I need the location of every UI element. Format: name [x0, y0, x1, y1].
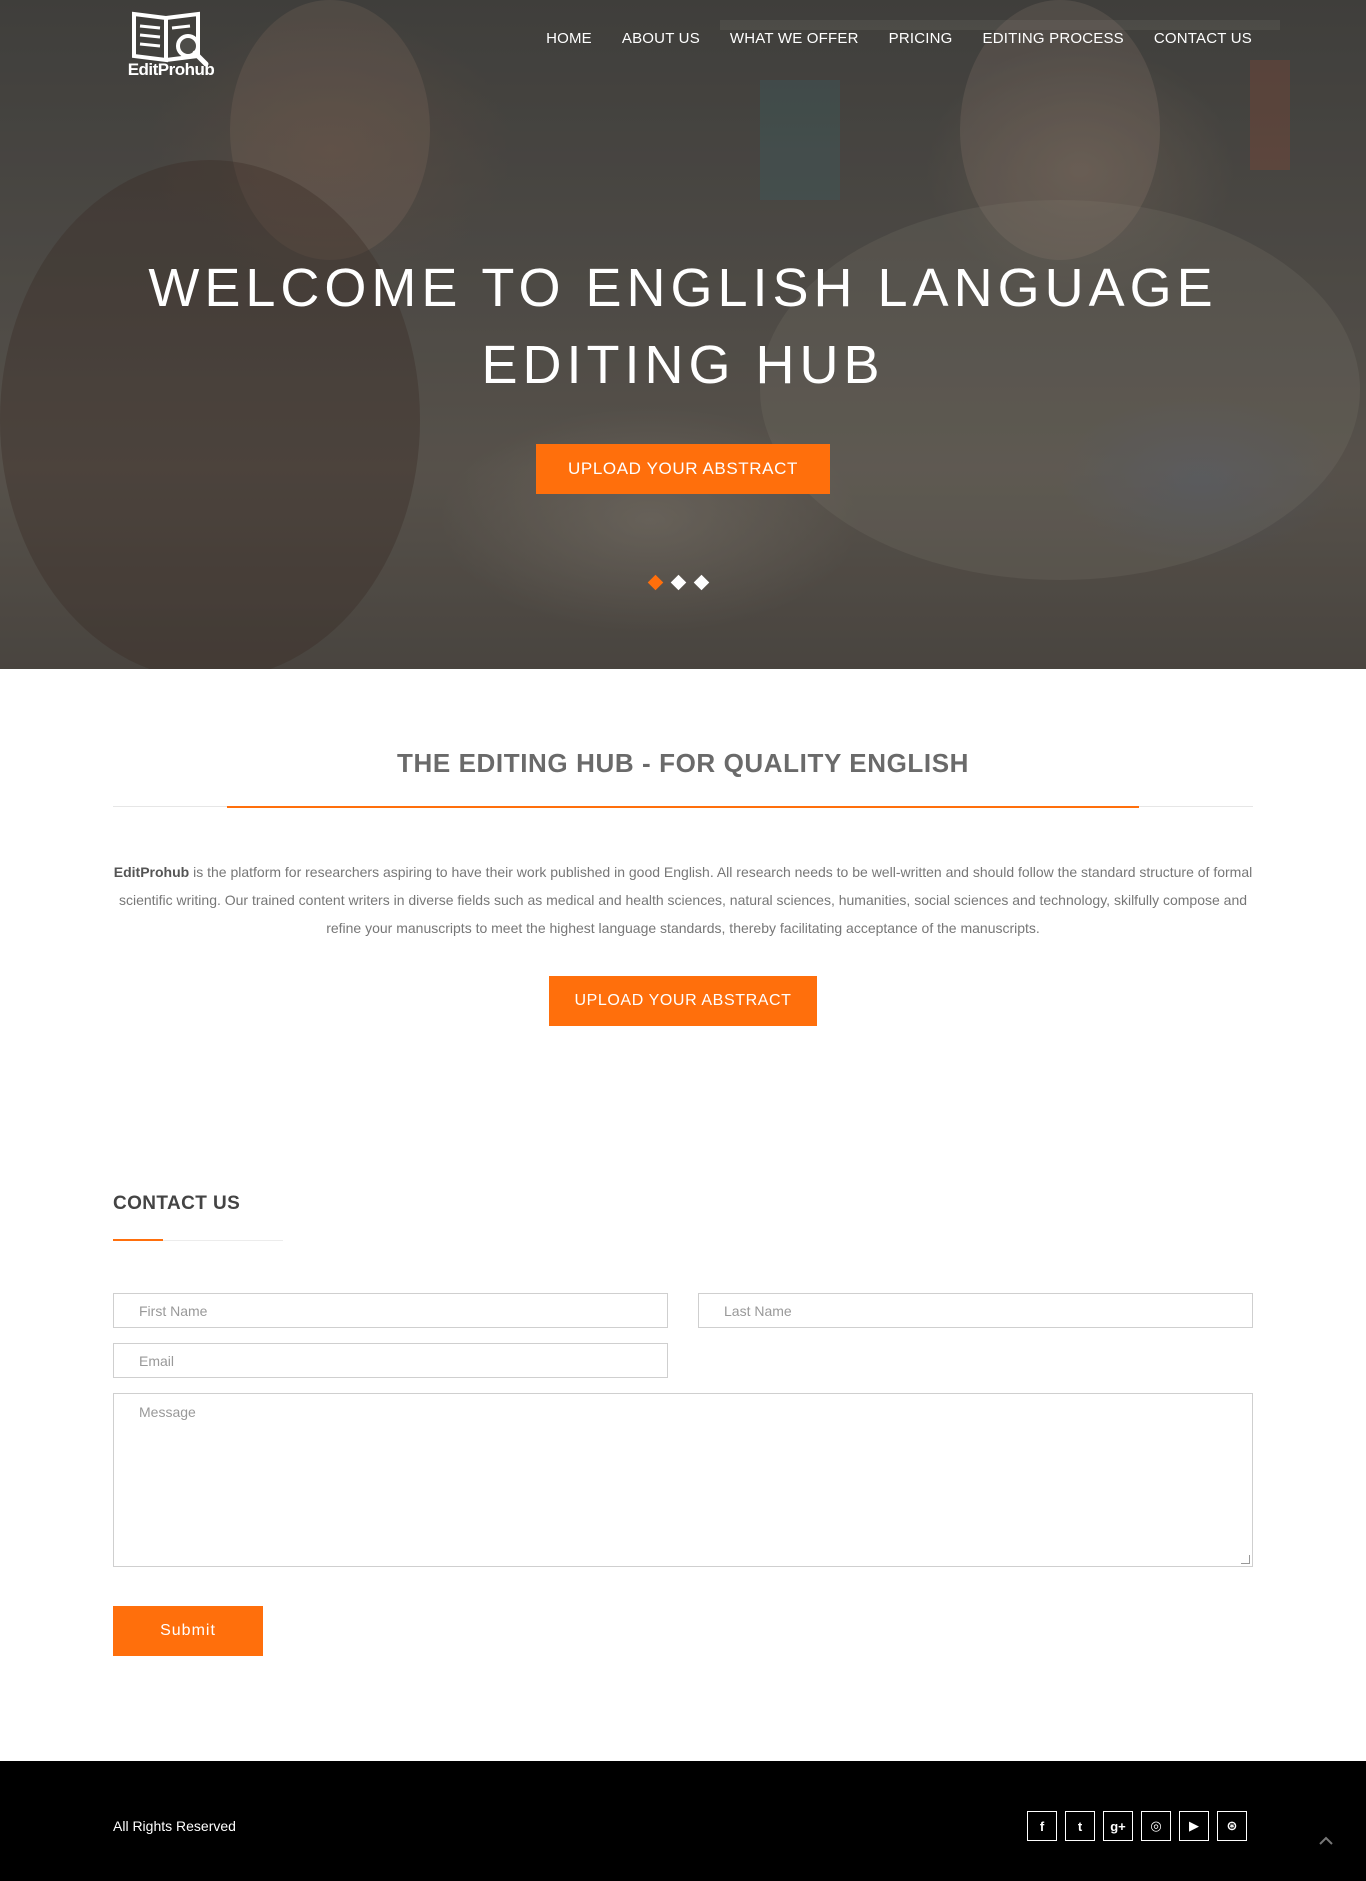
intro-paragraph: EditProhub is the platform for researche… [113, 858, 1253, 942]
google-plus-icon[interactable]: g+ [1103, 1811, 1133, 1841]
hero-title-line-1: WELCOME TO ENGLISH LANGUAGE [148, 258, 1218, 318]
instagram-icon[interactable]: ◎ [1141, 1811, 1171, 1841]
first-name-field[interactable]: First Name [113, 1293, 668, 1328]
hero-upload-abstract-button[interactable]: UPLOAD YOUR ABSTRACT [536, 444, 830, 494]
nav-editing-process[interactable]: EDITING PROCESS [983, 30, 1124, 47]
slider-dots [647, 574, 710, 591]
email-field[interactable]: Email [113, 1343, 668, 1378]
message-field[interactable]: Message [113, 1393, 1253, 1567]
email-placeholder: Email [139, 1352, 175, 1369]
twitter-icon[interactable]: t [1065, 1811, 1095, 1841]
submit-button[interactable]: Submit [113, 1606, 263, 1656]
resize-handle-icon[interactable] [1241, 1555, 1250, 1564]
slider-dot-2[interactable] [670, 574, 687, 591]
social-links: f t g+ ◎ ▶ ⊛ [1027, 1811, 1247, 1841]
hero-title-line-2: EDITING HUB [481, 335, 885, 395]
contact-title: CONTACT US [113, 1193, 241, 1214]
copyright-text: All Rights Reserved [113, 1818, 236, 1834]
facebook-icon[interactable]: f [1027, 1811, 1057, 1841]
intro-brand: EditProhub [113, 864, 190, 880]
hero-slider: EditProhub HOME ABOUT US WHAT WE OFFER P… [0, 0, 1366, 669]
first-name-placeholder: First Name [139, 1302, 208, 1319]
youtube-icon[interactable]: ▶ [1179, 1811, 1209, 1841]
intro-title: THE EDITING HUB - FOR QUALITY ENGLISH [396, 748, 970, 778]
dribbble-icon[interactable]: ⊛ [1217, 1811, 1247, 1841]
brand-name[interactable]: EditProhub [126, 60, 216, 80]
intro-body: is the platform for researchers aspiring… [118, 864, 1253, 936]
slider-dot-1[interactable] [647, 574, 664, 591]
scroll-to-top-icon[interactable] [1318, 1835, 1334, 1845]
message-placeholder: Message [139, 1404, 196, 1420]
nav-contact-us[interactable]: CONTACT US [1154, 30, 1252, 47]
nav-home[interactable]: HOME [546, 30, 592, 47]
intro-divider-accent [227, 806, 1139, 808]
contact-divider-accent [113, 1239, 163, 1241]
last-name-placeholder: Last Name [724, 1302, 792, 1319]
last-name-field[interactable]: Last Name [698, 1293, 1253, 1328]
nav-what-we-offer[interactable]: WHAT WE OFFER [730, 30, 859, 47]
main-nav: HOME ABOUT US WHAT WE OFFER PRICING EDIT… [546, 30, 1252, 47]
slider-dot-3[interactable] [693, 574, 710, 591]
intro-upload-abstract-button[interactable]: UPLOAD YOUR ABSTRACT [549, 976, 817, 1026]
nav-pricing[interactable]: PRICING [889, 30, 953, 47]
hero-title: WELCOME TO ENGLISH LANGUAGE EDITING HUB [0, 250, 1366, 404]
nav-about-us[interactable]: ABOUT US [622, 30, 700, 47]
